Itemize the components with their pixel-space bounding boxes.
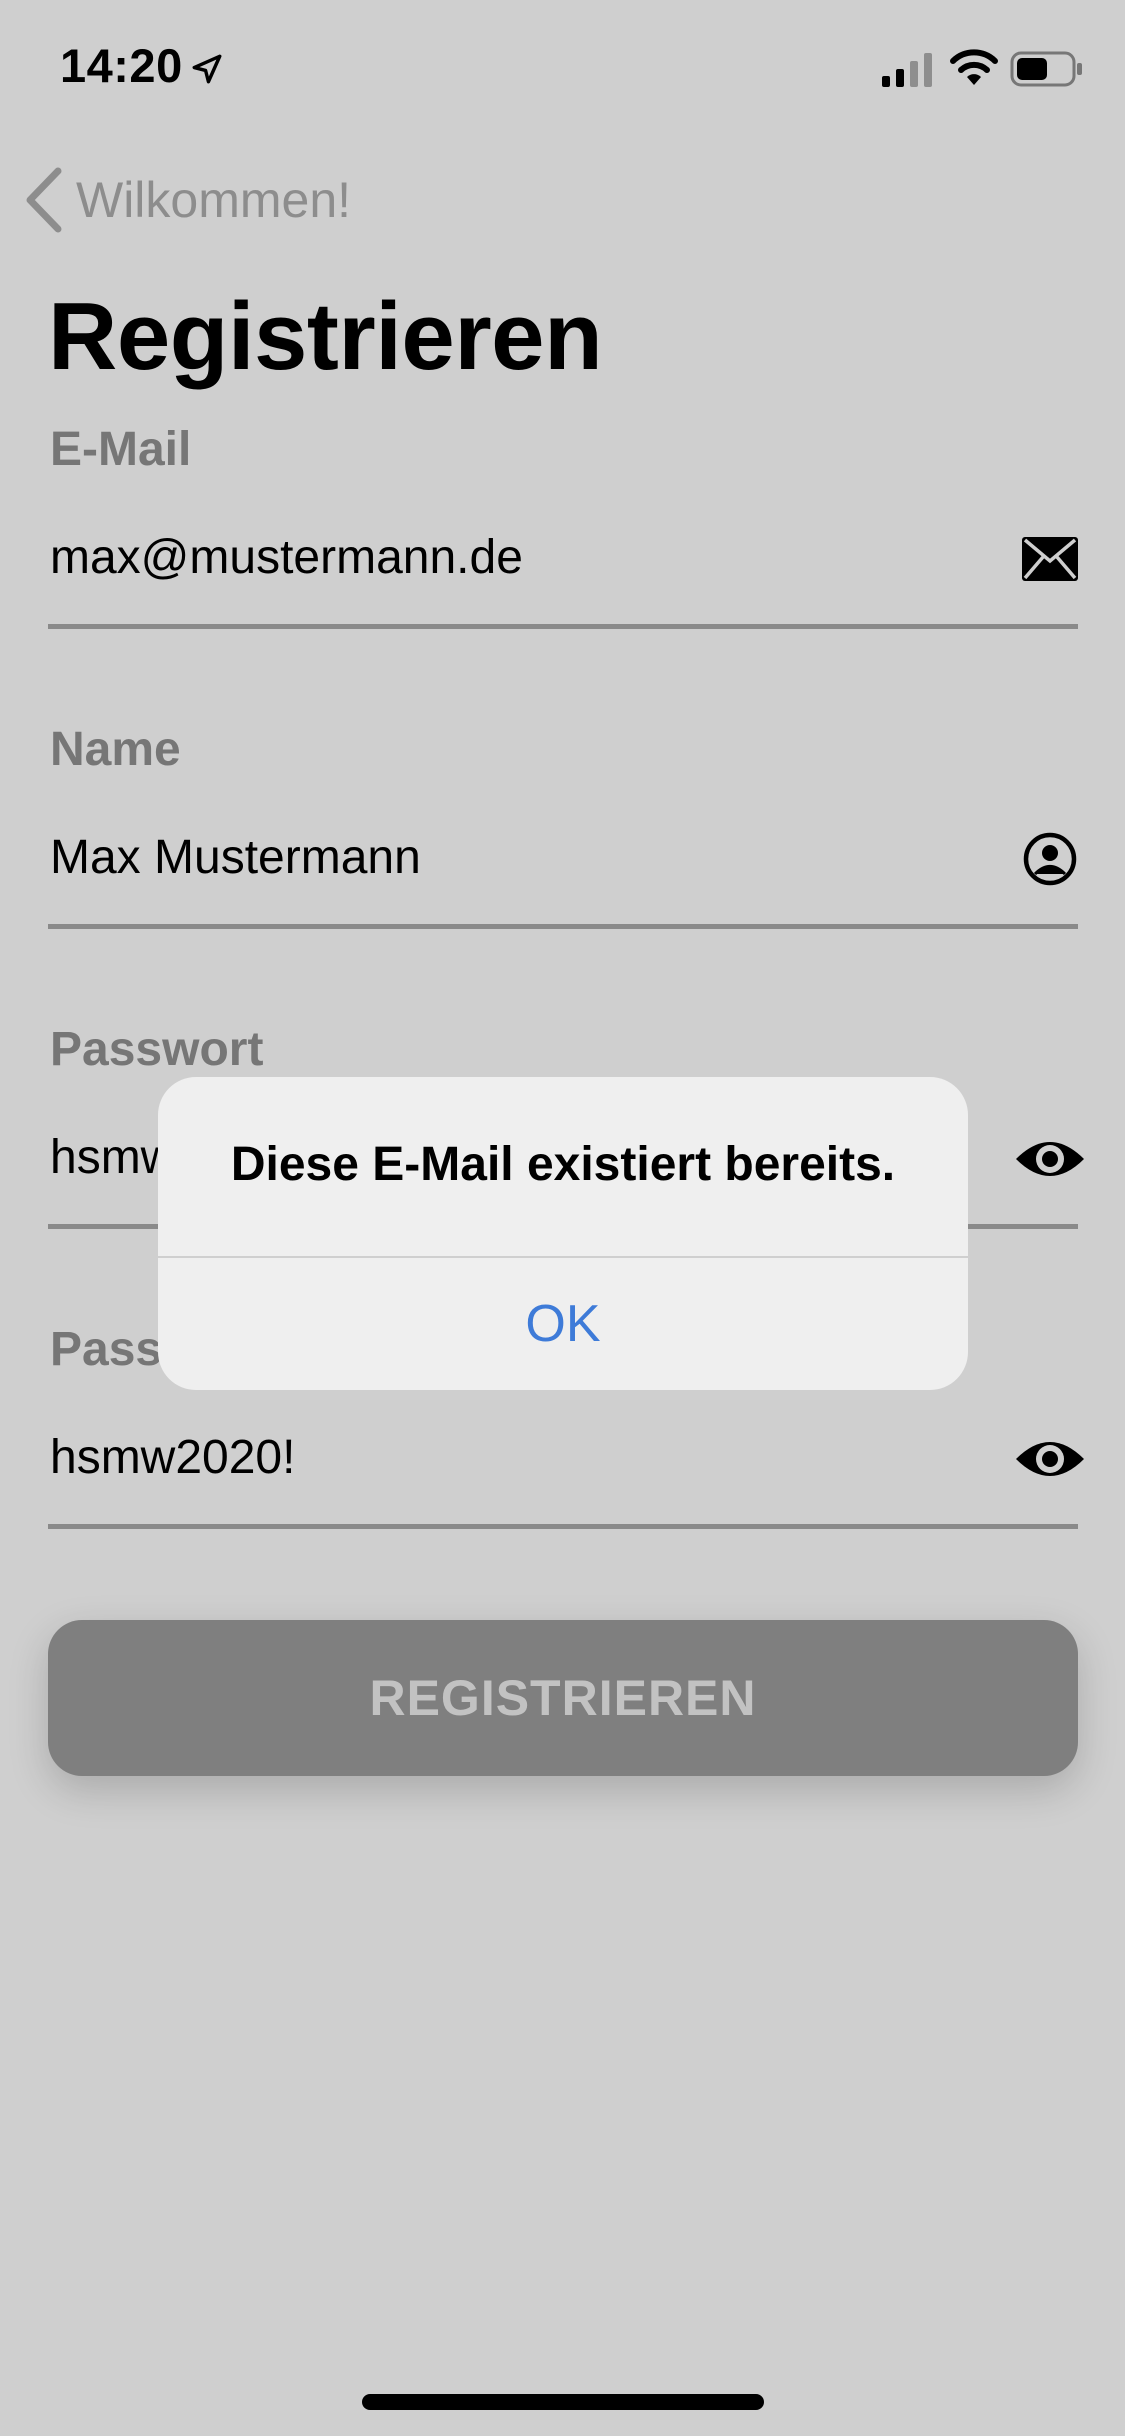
email-label: E-Mail bbox=[50, 423, 192, 476]
register-button-label: REGISTRIEREN bbox=[369, 1670, 757, 1726]
back-button[interactable]: Wilkommen! bbox=[22, 165, 351, 235]
eye-icon[interactable] bbox=[1014, 1133, 1086, 1185]
eye-icon[interactable] bbox=[1014, 1433, 1086, 1485]
email-field[interactable]: max@mustermann.de bbox=[50, 530, 523, 585]
page-title: Registrieren bbox=[48, 283, 603, 390]
password-confirm-underline bbox=[48, 1524, 1078, 1529]
alert-message: Diese E-Mail existiert bereits. bbox=[230, 1138, 896, 1191]
envelope-icon bbox=[1022, 537, 1078, 581]
name-underline bbox=[48, 924, 1078, 929]
registration-screen: 14:20 Wilkommen! Registrieren E-Mail max… bbox=[0, 0, 1125, 2436]
chevron-left-icon bbox=[26, 167, 62, 233]
location-arrow-icon bbox=[192, 54, 222, 84]
user-circle-icon bbox=[1023, 832, 1077, 886]
signal-icon bbox=[882, 53, 932, 87]
home-indicator[interactable] bbox=[362, 2394, 764, 2410]
name-field[interactable]: Max Mustermann bbox=[50, 830, 421, 885]
password-label: Passwort bbox=[50, 1023, 264, 1076]
alert-ok-button[interactable]: OK bbox=[158, 1258, 968, 1390]
wifi-icon bbox=[950, 49, 998, 85]
alert-dialog: Diese E-Mail existiert bereits. OK bbox=[158, 1077, 968, 1390]
status-time: 14:20 bbox=[60, 39, 183, 92]
register-button[interactable]: REGISTRIEREN bbox=[48, 1620, 1078, 1776]
battery-icon bbox=[1010, 51, 1082, 87]
name-label: Name bbox=[50, 723, 181, 776]
password-confirm-field[interactable]: hsmw2020! bbox=[50, 1430, 295, 1485]
email-underline bbox=[48, 624, 1078, 629]
back-label: Wilkommen! bbox=[76, 172, 352, 228]
